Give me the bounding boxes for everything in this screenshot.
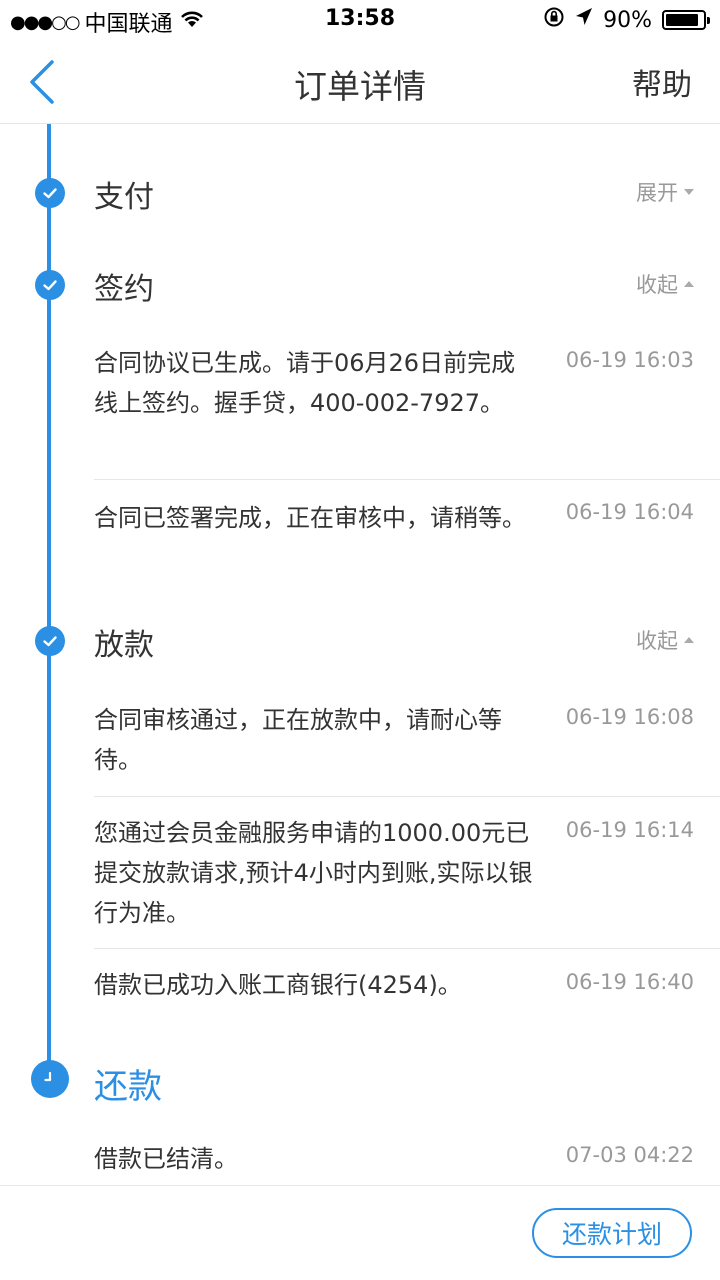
- nav-bar: 订单详情 帮助: [0, 40, 720, 124]
- caret-up-icon: [684, 637, 694, 643]
- section-title-sign: 签约: [94, 272, 154, 307]
- caret-up-icon: [684, 281, 694, 287]
- rotation-lock-icon: [543, 6, 565, 34]
- section-title-repay: 还款: [94, 1067, 162, 1107]
- help-button[interactable]: 帮助: [632, 60, 692, 104]
- timeline-entry-time: 06-19 16:03: [565, 348, 694, 372]
- battery-icon: [662, 10, 710, 30]
- toggle-label: 收起: [636, 629, 678, 653]
- timeline-entry-time: 06-19 16:08: [565, 705, 694, 729]
- caret-down-icon: [684, 189, 694, 195]
- bottom-bar: 还款计划: [0, 1185, 720, 1280]
- toggle-label: 展开: [636, 181, 678, 205]
- status-right: 90%: [543, 6, 710, 34]
- pay-expand-toggle[interactable]: 展开: [636, 177, 694, 207]
- timeline-entry-time: 07-03 04:22: [565, 1143, 694, 1167]
- sign-step-check-icon: [35, 270, 65, 300]
- loan-step-check-icon: [35, 626, 65, 656]
- timeline-entry-text: 合同协议已生成。请于06月26日前完成线上签约。握手贷，400-002-7927…: [94, 349, 516, 417]
- repayment-plan-button[interactable]: 还款计划: [532, 1208, 692, 1258]
- timeline-line: [47, 124, 51, 1079]
- battery-fill: [666, 14, 699, 26]
- timeline-entry-text: 您通过会员金融服务申请的1000.00元已提交放款请求,预计4小时内到账,实际以…: [94, 819, 533, 927]
- divider: [94, 948, 720, 949]
- location-arrow-icon: [575, 7, 593, 33]
- timeline-entry-text: 合同审核通过，正在放款中，请耐心等待。: [94, 706, 502, 774]
- divider: [94, 796, 720, 797]
- status-bar: ●●●○○ 中国联通 13:58 90%: [0, 0, 720, 40]
- repay-step-clock-icon: [31, 1060, 69, 1098]
- section-title-pay: 支付: [94, 180, 154, 215]
- toggle-label: 收起: [636, 273, 678, 297]
- timeline-entry-time: 06-19 16:14: [565, 818, 694, 842]
- timeline-entry-text: 借款已结清。: [94, 1145, 238, 1173]
- divider: [94, 479, 720, 480]
- timeline-entry-text: 借款已成功入账工商银行(4254)。: [94, 971, 462, 999]
- pay-step-check-icon: [35, 178, 65, 208]
- timeline-entry-time: 06-19 16:40: [565, 970, 694, 994]
- page-title: 订单详情: [294, 67, 426, 106]
- timeline-entry-text: 合同已签署完成，正在审核中，请稍等。: [94, 504, 526, 532]
- section-title-loan: 放款: [94, 628, 154, 663]
- battery-percent: 90%: [603, 7, 652, 33]
- sign-collapse-toggle[interactable]: 收起: [636, 269, 694, 299]
- loan-collapse-toggle[interactable]: 收起: [636, 625, 694, 655]
- timeline-entry-time: 06-19 16:04: [565, 500, 694, 524]
